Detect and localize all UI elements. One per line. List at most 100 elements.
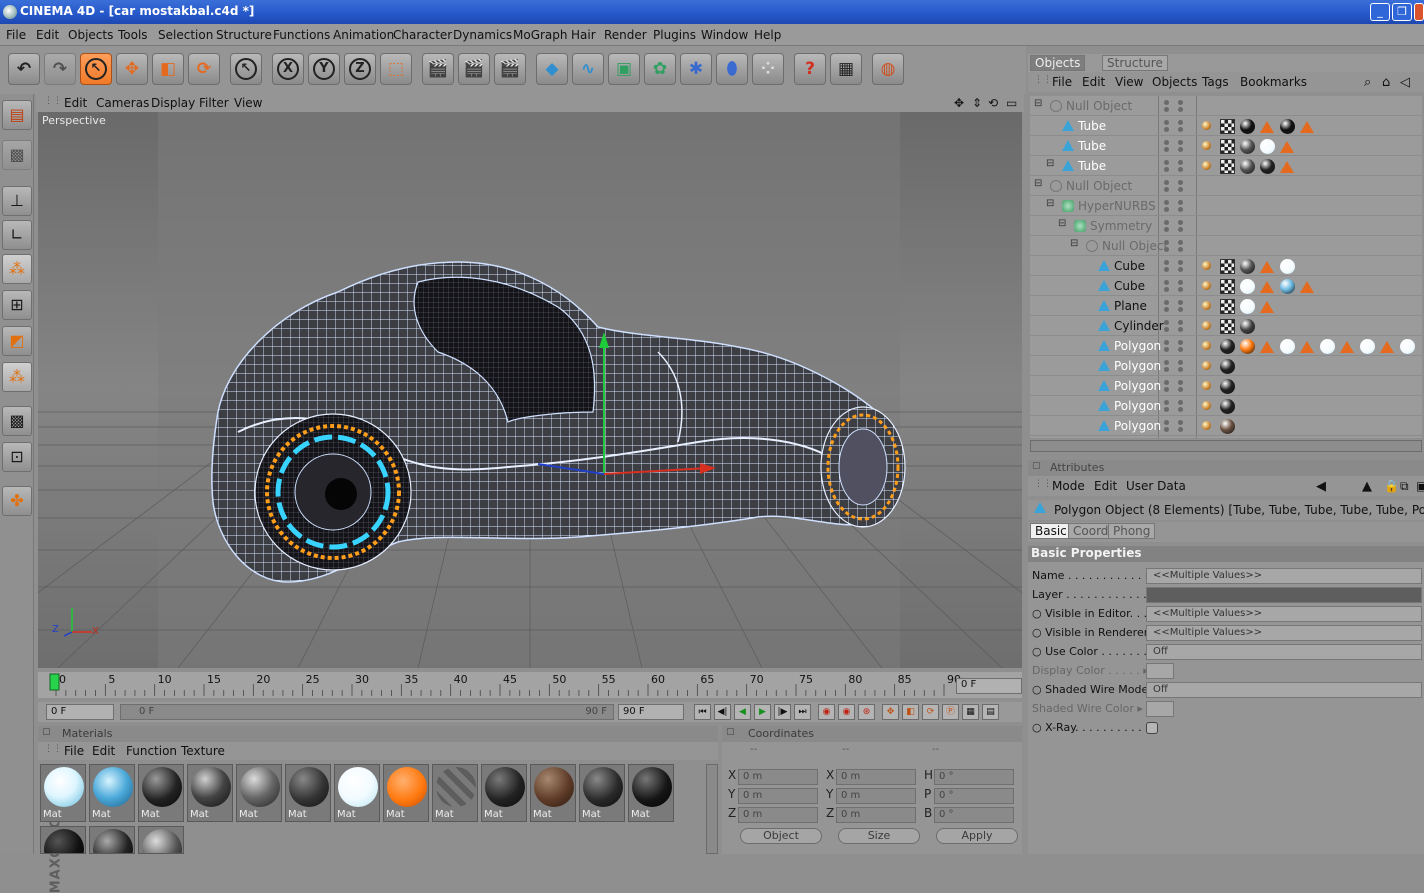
object-name[interactable]: Cube — [1114, 259, 1145, 273]
object-row[interactable]: ⊟ Tube — [1030, 156, 1422, 176]
lock-icon[interactable]: 🔒 — [1384, 479, 1399, 493]
material-swatch[interactable] — [138, 826, 184, 854]
objects-menu-view[interactable]: View — [1115, 75, 1143, 89]
search-icon[interactable]: ⌕ — [1364, 75, 1371, 90]
render-visibility-dot[interactable] — [1164, 427, 1169, 432]
pan-view-icon[interactable]: ✥ — [954, 96, 964, 110]
object-row[interactable]: ⊟ Null Object — [1030, 236, 1422, 256]
enable-dot[interactable] — [1178, 127, 1183, 132]
object-mode-dropdown[interactable]: Object — [740, 828, 822, 844]
timeline-menu-button[interactable]: ▤ — [982, 704, 999, 720]
layer-dot[interactable] — [1178, 140, 1183, 145]
coordinate-value-field[interactable]: 0 m — [738, 769, 818, 785]
current-frame-field[interactable]: 0 F — [956, 678, 1022, 694]
texture-tag-icon[interactable] — [1220, 339, 1235, 354]
layer-dot[interactable] — [1178, 300, 1183, 305]
menu-window[interactable]: Window — [701, 28, 748, 42]
object-row[interactable]: Polygon — [1030, 356, 1422, 376]
uvw-tag-icon[interactable] — [1220, 259, 1235, 274]
editor-visibility-dot[interactable] — [1164, 400, 1169, 405]
texture-tag-icon[interactable] — [1220, 359, 1235, 374]
polygons-mode-button[interactable]: ◩ — [2, 326, 32, 356]
render-visibility-dot[interactable] — [1164, 367, 1169, 372]
attribute-value-field[interactable]: Off — [1146, 644, 1422, 660]
object-row[interactable]: ⊟ HyperNURBS — [1030, 196, 1422, 216]
coordinate-value-field[interactable]: 0 m — [738, 807, 818, 823]
enable-dot[interactable] — [1178, 107, 1183, 112]
phong-tag-icon[interactable] — [1202, 281, 1211, 290]
texture-tag-icon[interactable] — [1280, 279, 1295, 294]
material-swatch[interactable]: Mat — [432, 764, 478, 822]
object-row[interactable]: ⊟ Null Object — [1030, 96, 1422, 116]
start-frame-field[interactable]: 0 F — [46, 704, 114, 720]
viewport-menu-cameras[interactable]: Cameras — [96, 96, 149, 110]
phong-tag-icon[interactable] — [1202, 401, 1211, 410]
enable-dot[interactable] — [1178, 327, 1183, 332]
coordinate-value-field[interactable]: 0 ° — [934, 769, 1014, 785]
menu-dynamics[interactable]: Dynamics — [453, 28, 512, 42]
materials-menu-texture[interactable]: Texture — [181, 744, 225, 758]
enable-dot[interactable] — [1178, 227, 1183, 232]
object-row[interactable]: ⊟ Symmetry — [1030, 216, 1422, 236]
selection-tag-icon[interactable] — [1260, 341, 1274, 353]
scene-button[interactable]: ⬮ — [716, 53, 748, 85]
expand-toggle-icon[interactable]: ⊟ — [1046, 158, 1054, 169]
object-name[interactable]: Polygon — [1114, 399, 1161, 413]
phong-tag-icon[interactable] — [1202, 421, 1211, 430]
object-name[interactable]: Plane — [1114, 299, 1147, 313]
editor-visibility-dot[interactable] — [1164, 320, 1169, 325]
goto-end-button[interactable]: ⏭ — [794, 704, 811, 720]
expand-toggle-icon[interactable]: ⊟ — [1070, 238, 1078, 249]
menu-tools[interactable]: Tools — [118, 28, 148, 42]
uvw-tag-icon[interactable] — [1220, 139, 1235, 154]
up-arrow-icon[interactable]: ▲ — [1362, 479, 1372, 494]
material-swatch[interactable] — [89, 826, 135, 854]
editor-visibility-dot[interactable] — [1164, 300, 1169, 305]
perspective-viewport[interactable]: Perspective Z X — [38, 112, 1022, 668]
uvw-tag-icon[interactable] — [1220, 119, 1235, 134]
layer-dot[interactable] — [1178, 180, 1183, 185]
new-panel-icon[interactable]: ⧉ — [1400, 479, 1409, 494]
expand-toggle-icon[interactable]: ⊟ — [1034, 98, 1042, 109]
texture-tag-icon[interactable] — [1280, 339, 1295, 354]
render-region-button[interactable]: 🎬 — [458, 53, 490, 85]
rotate-tool-button[interactable]: ⟳ — [188, 53, 220, 85]
object-axis-button[interactable]: ∟ — [2, 220, 32, 250]
editor-visibility-dot[interactable] — [1164, 140, 1169, 145]
home-icon[interactable]: ⌂ — [1382, 75, 1390, 90]
tab-objects[interactable]: Objects — [1030, 55, 1086, 71]
uvw-tag-icon[interactable] — [1220, 299, 1235, 314]
object-name[interactable]: Null Object — [1102, 239, 1168, 253]
live-selection-button[interactable]: ↖ — [80, 53, 112, 85]
material-swatch[interactable]: Mat — [579, 764, 625, 822]
texture-tag-icon[interactable] — [1240, 259, 1255, 274]
editor-visibility-dot[interactable] — [1164, 360, 1169, 365]
menu-structure[interactable]: Structure — [216, 28, 272, 42]
phong-tag-icon[interactable] — [1202, 341, 1211, 350]
object-name[interactable]: Cube — [1114, 279, 1145, 293]
object-row[interactable]: Cylinder — [1030, 316, 1422, 336]
menu-animation[interactable]: Animation — [333, 28, 394, 42]
selection-tag-icon[interactable] — [1340, 341, 1354, 353]
enable-dot[interactable] — [1178, 267, 1183, 272]
attribute-value-field[interactable]: <<Multiple Values>> — [1146, 568, 1422, 584]
editor-visibility-dot[interactable] — [1164, 120, 1169, 125]
object-name[interactable]: HyperNURBS — [1078, 199, 1156, 213]
enable-dot[interactable] — [1178, 387, 1183, 392]
rotation-key-button[interactable]: ⟳ — [922, 704, 939, 720]
nurbs-button[interactable]: ▣ — [608, 53, 640, 85]
calculator-button[interactable]: ▦ — [830, 53, 862, 85]
range-slider[interactable]: 0 F 90 F — [120, 704, 614, 720]
render-visibility-dot[interactable] — [1164, 287, 1169, 292]
coordinate-value-field[interactable]: 0 m — [738, 788, 818, 804]
texture-tag-icon[interactable] — [1220, 379, 1235, 394]
attributes-menu-user-data[interactable]: User Data — [1126, 479, 1186, 493]
collapse-icon[interactable]: ▢ — [42, 727, 51, 737]
coordinate-value-field[interactable]: 0 m — [836, 807, 916, 823]
layer-dot[interactable] — [1178, 220, 1183, 225]
menu-help[interactable]: Help — [754, 28, 781, 42]
enable-dot[interactable] — [1178, 307, 1183, 312]
material-swatch[interactable]: Mat — [40, 764, 86, 822]
minimize-button[interactable]: _ — [1370, 3, 1390, 21]
editor-visibility-dot[interactable] — [1164, 280, 1169, 285]
